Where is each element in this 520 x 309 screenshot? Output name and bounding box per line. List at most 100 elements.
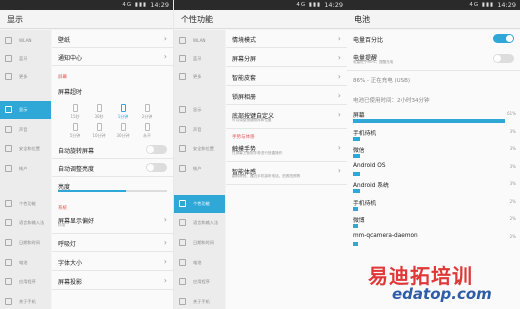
usage-row[interactable]: 手机待机 2% [351, 198, 516, 214]
sidebar-item-about[interactable]: 关于手机 [0, 293, 51, 309]
chevron-right-icon: › [163, 257, 167, 266]
screen-cast-item[interactable]: 屏幕投影 › [52, 273, 173, 290]
sidebar-item-more[interactable]: 更多 [0, 68, 51, 86]
smart-motion-item[interactable]: 智能体感 翻转静音、靠近手机接听电话、拍照拍照等 › [226, 163, 347, 185]
usage-bar [353, 224, 358, 228]
timeout-option[interactable]: 10分钟 [90, 123, 108, 139]
phone-icon [5, 298, 12, 305]
display-icon [5, 106, 12, 113]
sidebar-item-wlan[interactable]: WLAN [174, 32, 225, 50]
battery-used-time: 电池已使用时间：2小时34分钟 [353, 98, 430, 104]
apps-icon [5, 278, 12, 285]
font-size-item[interactable]: 字体大小 › [52, 254, 173, 271]
page-title-bar: 电池 [347, 10, 520, 29]
usage-app-name: Android 系统 [353, 183, 389, 189]
battery-alert-toggle[interactable] [493, 54, 514, 63]
timeout-option[interactable]: 永不 [138, 123, 156, 139]
timeout-option[interactable]: 30分钟 [114, 123, 132, 139]
battery-status: 86% - 正在充电 (USB) [353, 78, 411, 84]
sidebar-item-security[interactable]: 安全和位置 [174, 140, 225, 158]
usage-app-name: 微博 [353, 218, 365, 224]
auto-rotate-toggle[interactable] [146, 145, 167, 154]
sidebar-item-personal[interactable]: 个性功能 [0, 195, 51, 213]
timeout-option[interactable]: 5分钟 [66, 123, 84, 139]
sidebar-item-language[interactable]: 语言和输入法 [174, 214, 225, 232]
usage-row[interactable]: 屏幕 61% [351, 110, 516, 126]
status-bar: 4G ▮▮▮ 14:29 [347, 0, 520, 10]
usage-bar [353, 154, 361, 158]
chevron-right-icon: › [163, 34, 167, 43]
usage-percent: 2% [509, 233, 516, 239]
bottom-keys-item[interactable]: 底部按键自定义 可以调整按键顺序和位置 › [226, 107, 347, 129]
security-icon [5, 145, 12, 152]
sidebar-item-battery[interactable]: 电池 [174, 254, 225, 272]
timeout-option[interactable]: 30秒 [90, 104, 108, 120]
sidebar-item-apps[interactable]: 应用程序 [0, 273, 51, 291]
usage-bar [353, 241, 358, 246]
sidebar-item-sound[interactable]: 声音 [0, 121, 51, 139]
page-title-bar: 显示 [0, 10, 173, 29]
sidebar-item-bluetooth[interactable]: 蓝牙 [174, 50, 225, 68]
battery-percent-toggle[interactable] [493, 34, 514, 43]
usage-row[interactable]: mm-qcamera-daemon 2% [351, 233, 516, 249]
scene-mode-item[interactable]: 情境模式 › [226, 31, 347, 48]
usage-row[interactable]: 手机待机 3% [351, 128, 516, 144]
usage-percent: 2% [509, 198, 516, 204]
status-time: 14:29 [150, 1, 169, 9]
display-content: 壁纸 › 通知中心 › 屏幕 屏幕超时 15秒 30秒 1分钟 2分钟 5分钟 10… [52, 30, 173, 309]
timeout-option[interactable]: 15秒 [66, 104, 84, 120]
settings-sidebar: WLAN 蓝牙 更多 显示 声音 安全和位置 帐户 个性功能 语言和输入法 日期… [174, 30, 225, 309]
sidebar-item-language[interactable]: 语言和输入法 [0, 214, 51, 232]
section-screen: 屏幕 [58, 75, 67, 80]
account-icon [5, 165, 12, 172]
usage-row[interactable]: Android 系统 3% [351, 180, 516, 196]
sidebar-item-account[interactable]: 帐户 [174, 160, 225, 178]
bluetooth-icon [5, 55, 12, 62]
battery-icon [179, 259, 186, 266]
brightness-item: 亮度 [58, 184, 71, 191]
wallpaper-item[interactable]: 壁纸 › [52, 31, 173, 48]
usage-app-name: 屏幕 [353, 113, 365, 119]
sidebar-item-more[interactable]: 更多 [174, 68, 225, 86]
sidebar-item-display[interactable]: 显示 [0, 101, 51, 119]
status-bar: 4G ▮▮▮ 14:29 [174, 0, 347, 10]
brightness-slider[interactable] [58, 190, 167, 192]
split-screen-item[interactable]: 屏幕分屏 › [226, 50, 347, 67]
smart-cover-item[interactable]: 智能皮套 › [226, 69, 347, 86]
auto-brightness-toggle[interactable] [146, 163, 167, 172]
sidebar-item-datetime[interactable]: 日期和时间 [0, 234, 51, 252]
usage-app-name: mm-qcamera-daemon [353, 232, 418, 239]
sidebar-item-datetime[interactable]: 日期和时间 [174, 234, 225, 252]
breathing-light-item[interactable]: 呼吸灯 › [52, 235, 173, 252]
sidebar-item-display[interactable]: 显示 [174, 101, 225, 119]
chevron-right-icon: › [163, 215, 167, 224]
wifi-icon [5, 37, 12, 44]
sidebar-item-bluetooth[interactable]: 蓝牙 [0, 50, 51, 68]
sidebar-item-personal[interactable]: 个性功能 [174, 195, 225, 213]
usage-app-name: Android OS [353, 162, 386, 169]
notification-center-item[interactable]: 通知中心 › [52, 49, 173, 66]
timeout-option[interactable]: 2分钟 [138, 104, 156, 120]
security-icon [179, 145, 186, 152]
sidebar-item-about[interactable]: 关于手机 [174, 293, 225, 309]
personal-icon [5, 200, 12, 207]
sidebar-item-account[interactable]: 帐户 [0, 160, 51, 178]
chevron-right-icon: › [337, 91, 341, 100]
usage-row[interactable]: Android OS 3% [351, 163, 516, 179]
sidebar-item-apps[interactable]: 应用程序 [174, 273, 225, 291]
sidebar-item-sound[interactable]: 声音 [174, 121, 225, 139]
usage-row[interactable]: 微博 2% [351, 215, 516, 231]
sidebar-item-wlan[interactable]: WLAN [0, 32, 51, 50]
chevron-right-icon: › [337, 110, 341, 119]
sidebar-item-battery[interactable]: 电池 [0, 254, 51, 272]
touch-gesture-item[interactable]: 触摸手势 在屏幕上使用手势进行快捷操作 › [226, 140, 347, 162]
display-preference-item[interactable]: 屏幕显示偏好 标准 › [52, 212, 173, 234]
usage-row[interactable]: 微信 3% [351, 145, 516, 161]
usage-percent: 3% [509, 146, 516, 151]
screen-timeout-item: 屏幕超时 [58, 89, 83, 96]
battery-icon [5, 259, 12, 266]
timeout-option-selected[interactable]: 1分钟 [114, 104, 132, 120]
lockscreen-album-item[interactable]: 锁屏相册 › [226, 88, 347, 105]
sidebar-item-security[interactable]: 安全和位置 [0, 140, 51, 158]
page-title: 个性功能 [181, 15, 213, 24]
